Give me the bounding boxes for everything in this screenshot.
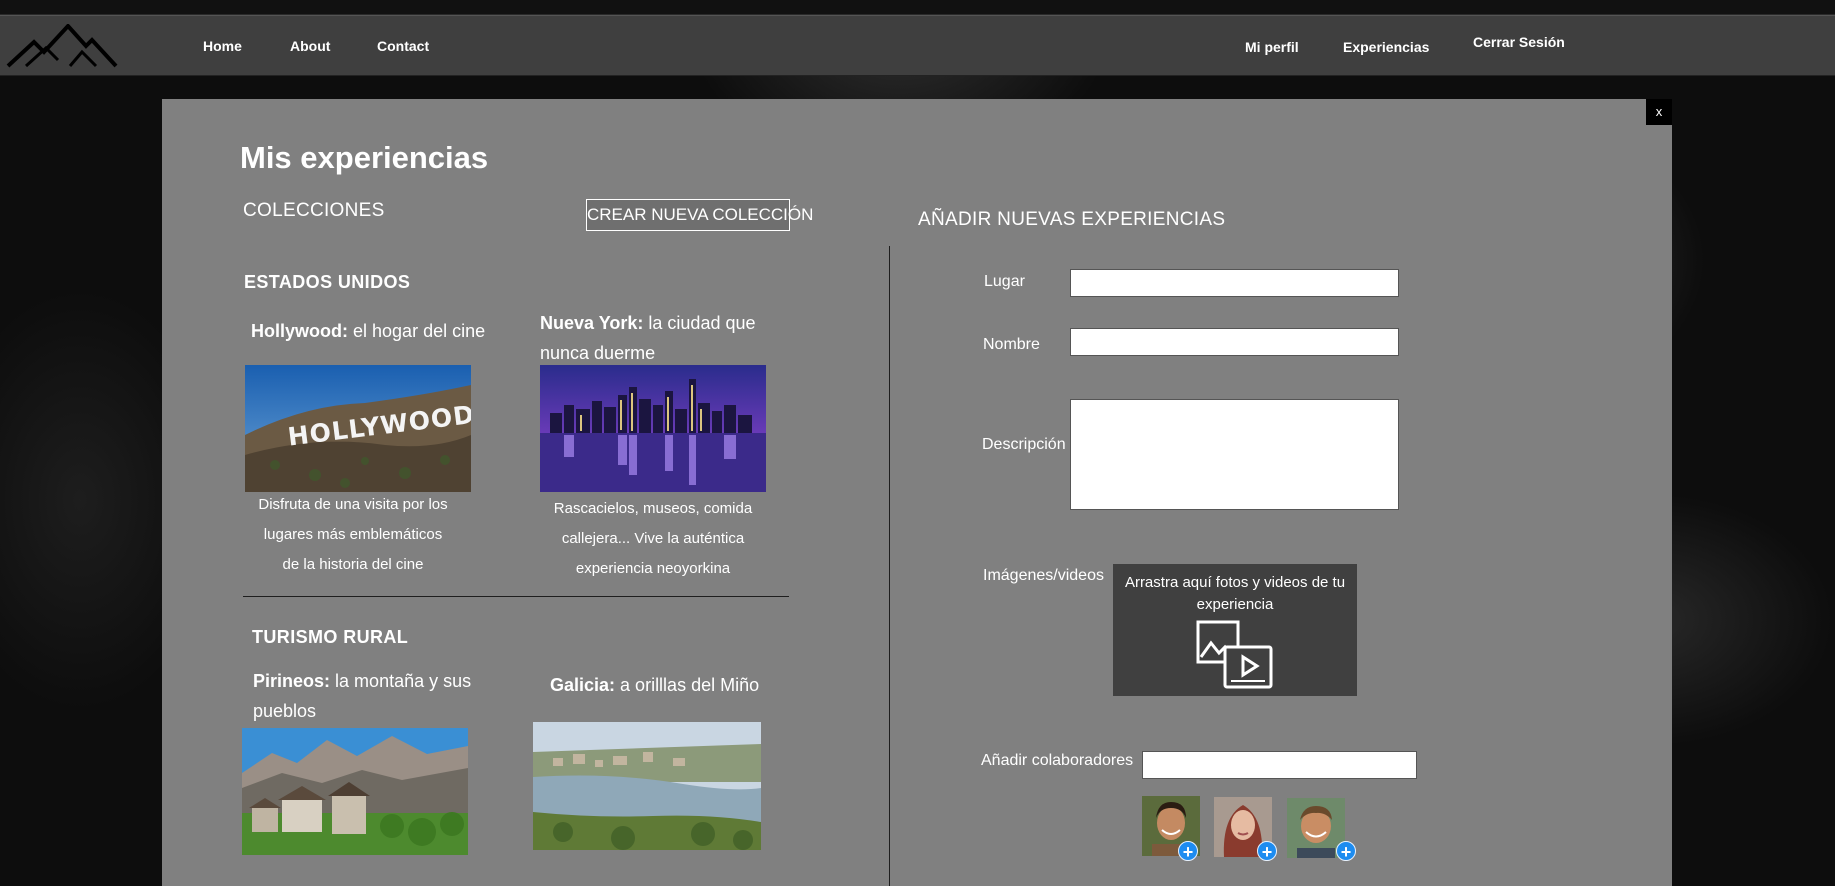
nav-contact-link[interactable]: Contact: [377, 38, 429, 54]
collection-divider: [243, 596, 789, 597]
description-label: Descripción: [982, 436, 1066, 453]
nav-logout-link[interactable]: Cerrar Sesión: [1473, 34, 1565, 50]
page-title: Mis experiencias: [240, 140, 489, 175]
collection-title-rural: TURISMO RURAL: [252, 627, 409, 647]
experience-place: Nueva York:: [540, 313, 644, 333]
top-strip: [0, 0, 1835, 15]
nav-profile-link[interactable]: Mi perfil: [1245, 39, 1299, 55]
collaborators-label: Añadir colaboradores: [981, 752, 1134, 769]
place-label: Lugar: [984, 273, 1025, 290]
close-button[interactable]: x: [1646, 99, 1672, 125]
collections-label: COLECCIONES: [243, 200, 385, 221]
add-collaborator-button[interactable]: +: [1257, 841, 1277, 862]
mountain-logo-icon[interactable]: [6, 24, 118, 68]
hollywood-sign-image[interactable]: HOLLYWOOD: [245, 365, 471, 492]
vertical-divider: [889, 246, 890, 886]
name-label: Nombre: [983, 336, 1040, 353]
media-dropzone[interactable]: Arrastra aquí fotos y videos de tu exper…: [1113, 564, 1357, 696]
experience-tagline: a orilllas del Miño: [620, 675, 760, 695]
experience-description: Disfruta de una visita por los lugares m…: [258, 496, 448, 573]
add-experience-title: AÑADIR NUEVAS EXPERIENCIAS: [918, 209, 1226, 230]
place-input[interactable]: [1070, 269, 1399, 297]
collection-title-usa: ESTADOS UNIDOS: [244, 272, 411, 292]
experience-tagline: el hogar del cine: [353, 321, 486, 341]
pyrenees-village-image[interactable]: [242, 728, 468, 855]
experience-description: Rascacielos, museos, comida callejera...…: [553, 500, 753, 577]
collaborators-input[interactable]: [1142, 751, 1417, 779]
name-input[interactable]: [1070, 328, 1399, 356]
description-textarea[interactable]: [1070, 399, 1399, 510]
image-video-icon: [1196, 620, 1273, 689]
nav-home-link[interactable]: Home: [203, 38, 242, 54]
dropzone-text: Arrastra aquí fotos y videos de tu exper…: [1124, 574, 1346, 613]
new-york-skyline-image[interactable]: [540, 365, 766, 492]
media-label: Imágenes/videos: [983, 567, 1104, 584]
nav-experiences-link[interactable]: Experiencias: [1343, 39, 1429, 55]
add-collaborator-button[interactable]: +: [1178, 841, 1198, 862]
experience-place: Galicia:: [550, 675, 616, 695]
galicia-river-image[interactable]: [533, 722, 761, 850]
nav-about-link[interactable]: About: [290, 38, 330, 54]
navbar: Home About Contact Mi perfil Experiencia…: [0, 15, 1835, 76]
experience-place: Pirineos:: [253, 671, 331, 691]
experience-place: Hollywood:: [251, 321, 348, 341]
experience-title-galicia[interactable]: Galicia: a orilllas del Miño: [550, 670, 780, 700]
create-collection-button[interactable]: CREAR NUEVA COLECCIÓN: [586, 199, 813, 231]
experience-title-pirineos[interactable]: Pirineos: la montaña y sus pueblos: [253, 666, 483, 726]
experience-title-new-york[interactable]: Nueva York: la ciudad que nunca duerme: [540, 308, 780, 368]
add-collaborator-button[interactable]: +: [1336, 841, 1356, 862]
experience-title-hollywood[interactable]: Hollywood: el hogar del cine: [251, 316, 491, 346]
